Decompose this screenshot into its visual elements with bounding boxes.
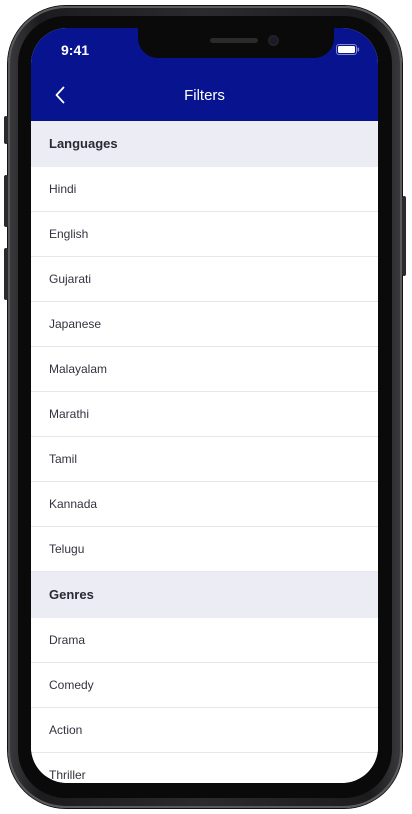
section-header-genres: Genres <box>31 572 378 618</box>
filter-option-malayalam[interactable]: Malayalam <box>31 347 378 392</box>
filter-list: Languages Hindi English Gujarati Japanes… <box>31 121 378 783</box>
front-camera <box>268 35 279 46</box>
notch <box>138 28 334 58</box>
filter-option-comedy[interactable]: Comedy <box>31 663 378 708</box>
filter-option-gujarati[interactable]: Gujarati <box>31 257 378 302</box>
filter-option-tamil[interactable]: Tamil <box>31 437 378 482</box>
page-title: Filters <box>184 87 225 104</box>
section-header-languages: Languages <box>31 121 378 167</box>
filter-option-marathi[interactable]: Marathi <box>31 392 378 437</box>
mute-switch <box>4 116 8 144</box>
filter-option-hindi[interactable]: Hindi <box>31 167 378 212</box>
filter-option-japanese[interactable]: Japanese <box>31 302 378 347</box>
screen: 9:41 Filters Languages Hindi English Guj… <box>31 28 378 783</box>
battery-icon <box>336 44 360 55</box>
filter-option-thriller[interactable]: Thriller <box>31 753 378 783</box>
volume-up-button <box>4 175 8 227</box>
filter-option-drama[interactable]: Drama <box>31 618 378 663</box>
power-button <box>402 196 406 276</box>
filter-option-kannada[interactable]: Kannada <box>31 482 378 527</box>
volume-down-button <box>4 248 8 300</box>
filter-option-english[interactable]: English <box>31 212 378 257</box>
speaker-grille <box>210 38 258 43</box>
filter-option-telugu[interactable]: Telugu <box>31 527 378 572</box>
filter-option-action[interactable]: Action <box>31 708 378 753</box>
status-time: 9:41 <box>61 42 90 58</box>
